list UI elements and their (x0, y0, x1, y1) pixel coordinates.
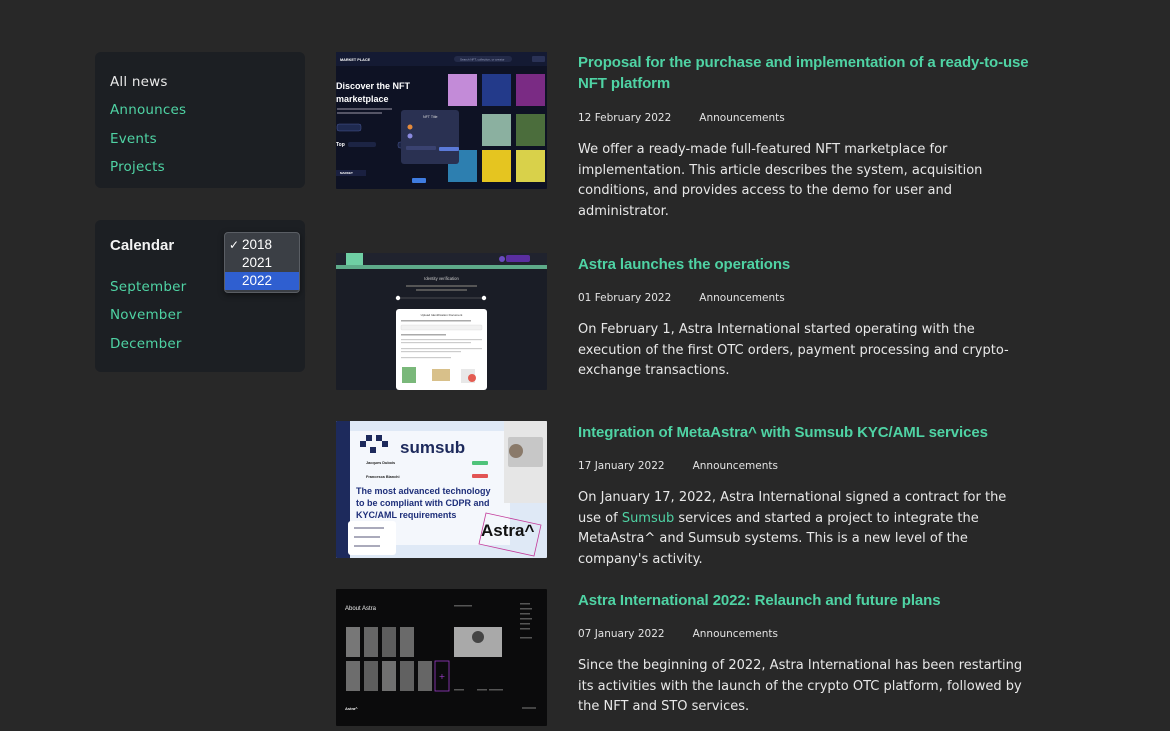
year-option-2022[interactable]: 2022 (225, 272, 299, 290)
identity-verification-image: Identity verification Upload Identificat… (336, 253, 547, 390)
nav-item-all-news[interactable]: All news (110, 68, 290, 96)
sumsub-link[interactable]: Sumsub (622, 511, 674, 526)
sumsub-astra: Astra^ (481, 521, 534, 540)
article-thumbnail-sumsub[interactable]: sumsub Jacques Dubois Francesca Bianchi … (336, 421, 547, 558)
about-footer: Astra^ (345, 706, 358, 711)
article-meta: 01 February 2022 Announcements (578, 292, 1033, 304)
article-meta: 07 January 2022 Announcements (578, 628, 1033, 640)
month-item-december[interactable]: December (110, 330, 186, 358)
nft-brand: MARKET PLACE (340, 58, 371, 62)
sumsub-integration-image: sumsub Jacques Dubois Francesca Bianchi … (336, 421, 547, 558)
article-thumbnail-about[interactable]: About Astra + Astra^ (336, 589, 547, 726)
nft-marketplace-image: MARKET PLACE Search NFT, collection, or … (336, 52, 547, 189)
svg-text:+: + (439, 672, 446, 681)
year-select-dropdown[interactable]: ✓ 2018 2021 2022 (224, 232, 300, 293)
month-list: September November December (110, 273, 186, 358)
nft-card-title: NFT Title (423, 115, 438, 119)
article-thumbnail-verification[interactable]: Identity verification Upload Identificat… (336, 253, 547, 390)
article-category[interactable]: Announcements (693, 460, 778, 472)
year-option-2021[interactable]: 2021 (225, 254, 299, 272)
article-category[interactable]: Announcements (699, 292, 784, 304)
article-summary: Since the beginning of 2022, Astra Inter… (578, 658, 1023, 715)
news-article: Proposal for the purchase and implementa… (578, 52, 1033, 223)
sumsub-person-2: Francesca Bianchi (366, 475, 400, 479)
article-meta: 17 January 2022 Announcements (578, 460, 1033, 472)
year-option-2018[interactable]: ✓ 2018 (225, 236, 299, 254)
article-title[interactable]: Astra International 2022: Relaunch and f… (578, 590, 1033, 611)
article-title[interactable]: Proposal for the purchase and implementa… (578, 52, 1033, 94)
verify-card-title: Upload Identification Document (421, 313, 463, 317)
calendar-panel: Calendar September November December ✓ 2… (95, 220, 305, 372)
nft-top: Top (336, 142, 345, 148)
sumsub-tagline-1: The most advanced technology (356, 486, 491, 496)
article-date: 01 February 2022 (578, 292, 672, 304)
year-option-label: 2022 (242, 273, 273, 288)
verify-title: Identity verification (424, 276, 459, 281)
article-date: 07 January 2022 (578, 628, 665, 640)
article-date: 12 February 2022 (578, 112, 672, 124)
nav-item-events[interactable]: Events (110, 125, 290, 153)
article-summary: On February 1, Astra International start… (578, 322, 1009, 379)
news-article: Astra launches the operations 01 Februar… (578, 254, 1033, 382)
nft-headline-2: marketplace (336, 94, 389, 104)
month-item-november[interactable]: November (110, 301, 186, 329)
article-category[interactable]: Announcements (699, 112, 784, 124)
month-item-september[interactable]: September (110, 273, 186, 301)
sumsub-tagline-2: to be compliant with CDPR and (356, 498, 490, 508)
year-option-label: 2021 (242, 255, 273, 270)
article-category[interactable]: Announcements (693, 628, 778, 640)
article-meta: 12 February 2022 Announcements (578, 112, 1033, 124)
article-thumbnail-nft[interactable]: MARKET PLACE Search NFT, collection, or … (336, 52, 547, 189)
article-summary: We offer a ready-made full-featured NFT … (578, 142, 983, 220)
calendar-title: Calendar (110, 237, 175, 254)
about-title: About Astra (345, 606, 377, 612)
sumsub-tagline-3: KYC/AML requirements (356, 510, 456, 520)
sumsub-person-1: Jacques Dubois (366, 461, 395, 465)
article-title[interactable]: Integration of MetaAstra^ with Sumsub KY… (578, 422, 1033, 443)
nav-item-projects[interactable]: Projects (110, 153, 290, 181)
nft-headline-1: Discover the NFT (336, 81, 411, 91)
year-option-label: 2018 (242, 237, 273, 252)
about-astra-image: About Astra + Astra^ (336, 589, 547, 726)
article-date: 17 January 2022 (578, 460, 665, 472)
news-article: Astra International 2022: Relaunch and f… (578, 590, 1033, 718)
news-article: Integration of MetaAstra^ with Sumsub KY… (578, 422, 1033, 571)
article-summary: On January 17, 2022, Astra International… (578, 488, 1033, 571)
article-title[interactable]: Astra launches the operations (578, 254, 1033, 275)
nft-search: Search NFT, collection, or creator (460, 57, 505, 61)
nav-item-announces[interactable]: Announces (110, 96, 290, 124)
svg-text:MARKET: MARKET (340, 171, 353, 175)
category-nav: All news Announces Events Projects (95, 52, 305, 188)
checkmark-icon: ✓ (229, 238, 240, 252)
sumsub-brand: sumsub (400, 438, 465, 457)
